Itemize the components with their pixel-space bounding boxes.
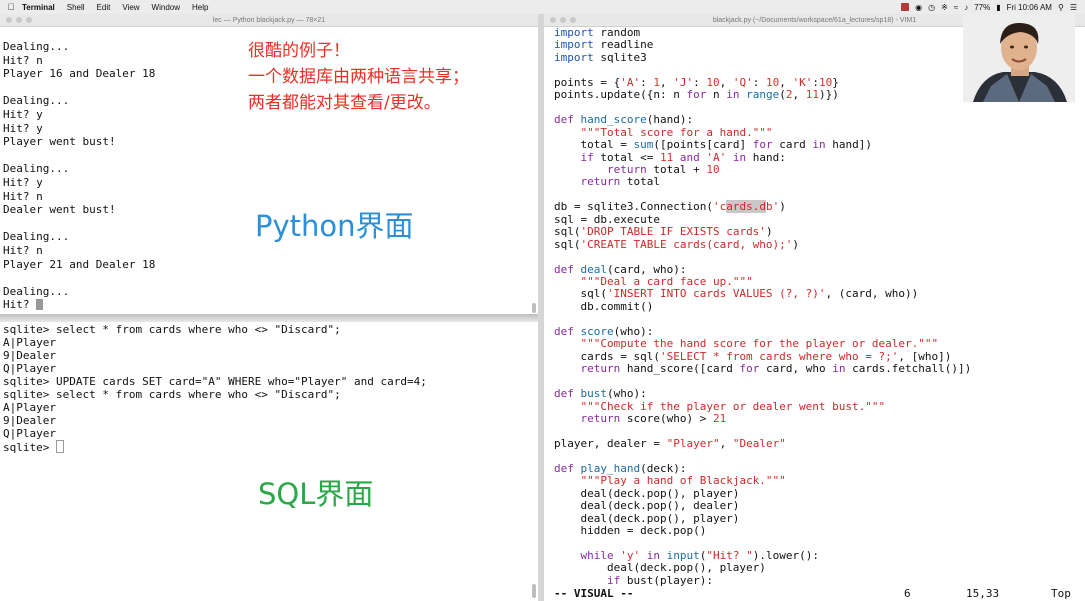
terminal-line: sqlite> select * from cards where who <>… xyxy=(3,388,341,401)
terminal-line: Q|Player xyxy=(3,362,56,375)
annotation-note: 很酷的例子！ 一个数据库由两种语言共享； 两者都能对其查看/更改。 xyxy=(248,38,469,116)
menu-help[interactable]: Help xyxy=(192,3,208,12)
terminal-line: A|Player xyxy=(3,336,56,349)
volume-icon[interactable]: ♪ xyxy=(964,3,968,12)
terminal-line: Hit? n xyxy=(3,244,43,257)
code-line: db = sqlite3.Connection('cards.db') xyxy=(554,200,786,214)
code-line: import sqlite3 xyxy=(554,50,647,64)
terminal-line: sqlite> select * from cards where who <>… xyxy=(3,323,341,336)
terminal-title: lec — Python blackjack.py — 78×21 xyxy=(212,16,326,24)
terminal-line: Player 16 and Dealer 18 xyxy=(3,67,156,81)
vim-scroll-position: Top xyxy=(1051,587,1071,600)
menu-edit[interactable]: Edit xyxy=(97,3,111,12)
note-line: 两者都能对其查看/更改。 xyxy=(248,93,441,113)
menu-extras: ◉ ◷ ※ ≈ ♪ 77% ▮ Fri 10:06 AM ⚲ ☰ xyxy=(901,0,1077,14)
terminal-line: Q|Player xyxy=(3,427,56,440)
code-line: return total xyxy=(580,175,661,189)
bluetooth-icon[interactable]: ※ xyxy=(941,3,948,12)
window-separator xyxy=(0,314,538,322)
terminal-line: Dealing... xyxy=(3,284,70,298)
terminal-line: Hit? xyxy=(3,298,44,311)
vim-editor[interactable]: import random import readline import sql… xyxy=(544,27,1085,601)
code-line: """Play a hand of Blackjack.""" xyxy=(580,474,786,488)
vim-mode: -- VISUAL -- xyxy=(554,587,634,600)
code-line: points.update({n: n for n in range(2, 11… xyxy=(554,88,839,102)
vim-selection-count: 6 xyxy=(904,587,911,600)
terminal-line: Hit? y xyxy=(3,108,43,121)
text-cursor xyxy=(55,440,64,453)
apple-menu-icon[interactable]:  xyxy=(0,2,22,12)
code-line: db.commit() xyxy=(554,299,654,313)
python-interface-label: Python界面 xyxy=(255,209,414,243)
notification-center-icon[interactable]: ☰ xyxy=(1070,3,1077,12)
code-line: player, dealer = "Player", "Dealer" xyxy=(554,436,786,450)
sqlite-terminal[interactable]: sqlite> select * from cards where who <>… xyxy=(0,322,538,601)
text-cursor xyxy=(36,299,44,311)
terminal-line: Dealing... xyxy=(3,94,70,108)
terminal-line: Dealing... xyxy=(3,162,70,176)
clock-label[interactable]: Fri 10:06 AM xyxy=(1007,3,1052,12)
note-line: 很酷的例子！ xyxy=(248,41,350,61)
terminal-line: Hit? n xyxy=(3,53,43,67)
menu-app-terminal[interactable]: Terminal xyxy=(22,3,55,12)
code-line: sql('CREATE TABLE cards(card, who);') xyxy=(554,237,800,251)
vim-statusline: -- VISUAL -- 6 15,33 Top xyxy=(554,587,1076,600)
sql-scrollbar[interactable] xyxy=(532,584,536,598)
terminal-line: sqlite> UPDATE cards SET card="A" WHERE … xyxy=(3,375,427,388)
code-line: return score(who) > 21 xyxy=(580,411,727,425)
terminal-line: A|Player xyxy=(3,401,56,414)
terminal-line: Hit? n xyxy=(3,189,43,203)
terminal-scrollbar[interactable] xyxy=(532,303,536,313)
code-line: if bust(player): xyxy=(606,573,713,587)
terminal-line: Dealer went bust! xyxy=(3,203,116,217)
terminal-line: Dealing... xyxy=(3,230,70,244)
terminal-line: Player 21 and Dealer 18 xyxy=(3,257,156,271)
search-icon[interactable]: ⚲ xyxy=(1058,3,1064,12)
code-line: deal(deck.pop(), player) xyxy=(554,561,766,575)
wifi-icon[interactable]: ≈ xyxy=(954,3,958,12)
vim-cursor-position: 15,33 xyxy=(966,587,1000,600)
code-line: return hand_score([card for card, who in… xyxy=(580,362,972,376)
terminal-titlebar[interactable]: lec — Python blackjack.py — 78×21 xyxy=(0,14,538,27)
menu-bar:  Terminal Shell Edit View Window Help ◉… xyxy=(0,0,1085,15)
record-icon[interactable]: ◉ xyxy=(915,3,922,12)
presenter-video xyxy=(963,14,1075,102)
terminal-line: 9|Dealer xyxy=(3,414,56,427)
menu-window[interactable]: Window xyxy=(152,3,180,12)
battery-icon: ▮ xyxy=(996,2,1001,12)
red-status-icon[interactable] xyxy=(901,3,910,11)
terminal-line: Hit? y xyxy=(3,121,43,135)
terminal-line: Player went bust! xyxy=(3,135,116,149)
terminal-line: sqlite> xyxy=(3,440,64,454)
code-line: deal(deck.pop(), dealer) xyxy=(554,499,740,513)
terminal-line: Dealing... xyxy=(3,40,70,53)
battery-level[interactable]: 77% xyxy=(974,3,990,12)
webcam-overlay xyxy=(963,14,1075,102)
menu-view[interactable]: View xyxy=(122,3,139,12)
terminal-line: Hit? y xyxy=(3,176,43,189)
note-line: 一个数据库由两种语言共享； xyxy=(248,67,469,87)
clock-icon[interactable]: ◷ xyxy=(928,3,935,12)
menu-shell[interactable]: Shell xyxy=(67,3,85,12)
sql-interface-label: SQL界面 xyxy=(258,477,374,511)
code-line: hidden = deck.pop() xyxy=(554,524,707,537)
terminal-line: 9|Dealer xyxy=(3,349,56,362)
